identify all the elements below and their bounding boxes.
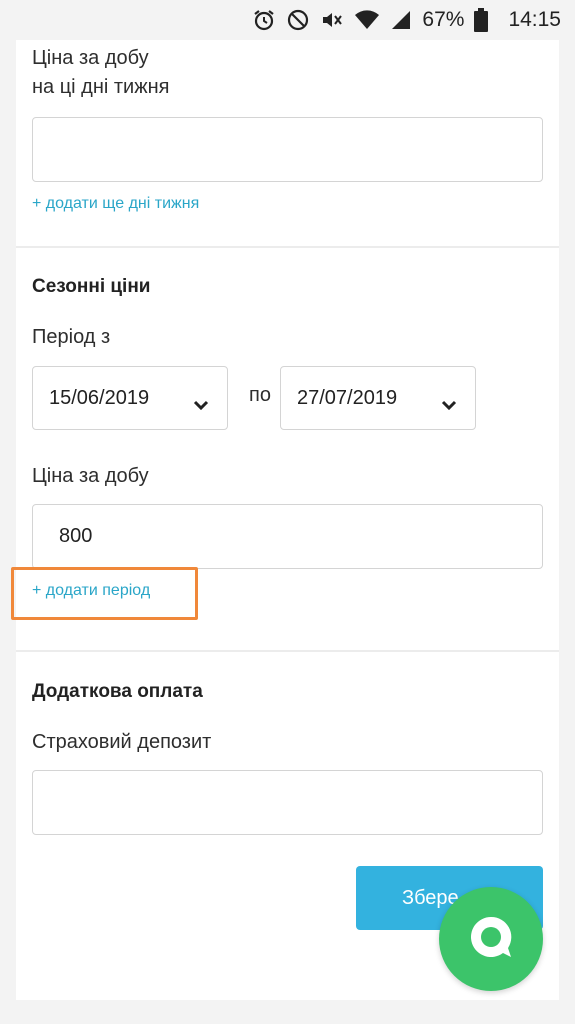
chat-button[interactable]: [439, 887, 543, 991]
extra-payment-heading: Додаткова оплата: [32, 681, 203, 702]
wifi-icon: [354, 9, 380, 31]
form-card: Ціна за добу на ці дні тижня + додати ще…: [16, 40, 559, 1000]
seasonal-prices-heading: Сезонні ціни: [32, 276, 151, 297]
weekday-price-input[interactable]: [32, 117, 543, 182]
divider: [16, 650, 559, 652]
add-period-highlight: [11, 567, 198, 620]
chevron-down-icon: [193, 393, 209, 416]
deposit-label: Страховий депозит: [32, 731, 212, 753]
do-not-disturb-icon: [286, 8, 310, 32]
chevron-down-icon: [441, 393, 457, 416]
date-to-select[interactable]: 27/07/2019: [280, 366, 476, 430]
weekday-price-label-line2: на ці дні тижня: [32, 76, 170, 98]
date-to-value: 27/07/2019: [297, 386, 398, 409]
to-label: по: [249, 384, 271, 406]
seasonal-price-input[interactable]: 800: [32, 504, 543, 569]
status-bar: 67% 14:15: [0, 0, 575, 40]
clock: 14:15: [508, 8, 561, 31]
period-from-label: Період з: [32, 326, 111, 348]
weekday-price-label-line1: Ціна за добу: [32, 47, 149, 69]
battery-icon: [474, 8, 489, 32]
date-from-value: 15/06/2019: [49, 386, 150, 409]
chat-icon: [465, 911, 517, 968]
deposit-input[interactable]: [32, 770, 543, 835]
add-weekdays-link[interactable]: + додати ще дні тижня: [32, 195, 199, 213]
seasonal-price-label: Ціна за добу: [32, 465, 149, 487]
divider: [16, 246, 559, 248]
date-from-select[interactable]: 15/06/2019: [32, 366, 228, 430]
alarm-icon: [252, 8, 276, 32]
signal-icon: [390, 9, 412, 31]
battery-percent: 67%: [422, 8, 465, 31]
mute-icon: [320, 8, 344, 32]
